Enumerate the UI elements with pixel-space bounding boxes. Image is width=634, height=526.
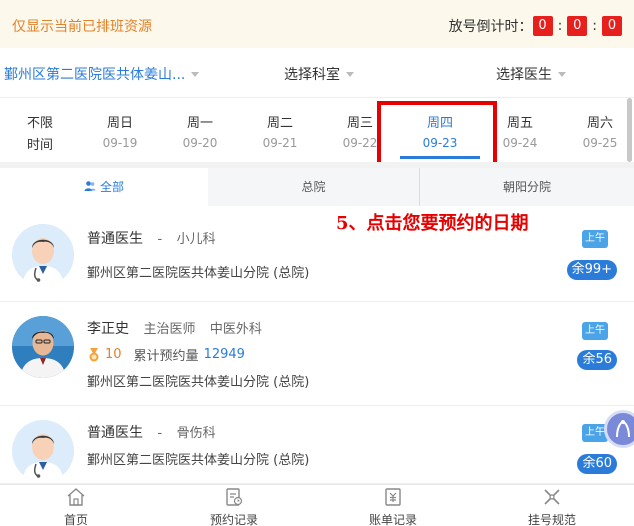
date-day: 时间 [26,138,53,153]
countdown-separator: : [592,18,597,34]
date-day: 09-20 [182,136,218,150]
filter-bar: 鄞州区第二医院医共体姜山... 选择科室 选择医生 [0,48,634,98]
bill-icon [385,488,401,506]
instruction-annotation: 5、点击您要预约的日期 [336,213,529,234]
tab-all-label: 全部 [99,180,124,194]
doctor-name: 普通医生 [87,231,143,247]
scrollbar-thumb[interactable] [627,98,632,162]
tab-registration-rules[interactable]: 挂号规范 [512,487,592,526]
tab-chaoyang-branch-label: 朝阳分院 [502,180,551,194]
date-weekday: 周日 [106,116,133,131]
remaining-slots-button[interactable]: 余99+ [566,260,617,280]
doctor-name-line: 李正史 主治医师 中医外科 [87,318,262,338]
date-item-0924[interactable]: 周五 09-24 [490,112,550,150]
date-weekday: 周二 [266,116,293,131]
session-badge: 上午 [582,230,608,248]
date-item-0919[interactable]: 周日 09-19 [90,112,150,150]
rules-icon [544,489,560,505]
doctor-name-line: 普通医生 - 骨伤科 [87,422,216,442]
date-weekday: 不限 [26,116,53,131]
tab-main-hospital-label: 总院 [301,180,326,194]
home-icon [67,488,85,506]
release-countdown: 放号倒计时： 0 : 0 : 0 [449,16,622,36]
date-item-0921[interactable]: 周二 09-21 [250,112,310,150]
doctor-card[interactable]: 李正史 主治医师 中医外科 10 累计预约量 12949 鄞州区第二医院医共体姜… [0,302,634,406]
doctor-score: 10 [105,347,122,362]
tab-chaoyang-branch[interactable]: 朝阳分院 [420,168,634,206]
doctor-stats: 10 累计预约量 12949 [87,345,245,364]
records-icon [226,488,243,506]
stat-label: 累计预约量 [133,349,199,364]
countdown-seconds: 0 [602,16,622,36]
department-select[interactable]: 选择科室 [284,64,354,84]
stat-value: 12949 [203,347,245,362]
doctor-photo [12,316,74,378]
name-separator: - [157,426,163,441]
doctor-hospital: 鄞州区第二医院医共体姜山分院 (总院) [87,266,310,281]
caret-down-icon [191,71,200,77]
branch-tabs: 全部 总院 朝阳分院 [0,168,634,206]
date-selector: 不限 时间 周日 09-19 周一 09-20 周二 09-21 周三 09-2… [0,98,634,162]
doctor-select[interactable]: 选择医生 [496,64,566,84]
doctor-avatar [12,420,74,482]
tab-all[interactable]: 全部 [0,168,208,206]
doctor-placeholder-icon [12,420,74,482]
doctor-name-line: 普通医生 - 小儿科 [87,228,216,248]
department-select-label: 选择科室 [284,67,340,83]
date-day: 09-21 [262,136,298,150]
countdown-hours: 0 [532,16,553,36]
caret-down-icon [346,71,354,77]
hospital-select[interactable]: 鄞州区第二医院医共体姜山... [4,64,200,84]
doctor-select-label: 选择医生 [496,67,552,83]
name-separator: - [157,232,163,247]
doctor-avatar [12,224,74,286]
notice-bar: 仅显示当前已排班资源 放号倒计时： 0 : 0 : 0 [0,0,634,48]
countdown-separator: : [557,18,563,34]
doctor-department: 骨伤科 [176,426,216,441]
doctor-department: 小儿科 [176,232,216,247]
date-item-0925[interactable]: 周六 09-25 [570,112,630,150]
doctor-card[interactable]: 普通医生 - 小儿科 鄞州区第二医院医共体姜山分院 (总院) 上午 余99+ [0,206,634,302]
session-badge: 上午 [582,322,608,340]
tab-bill-records-label: 账单记录 [368,513,417,526]
doctor-placeholder-icon [12,224,74,286]
date-item-any[interactable]: 不限 时间 [10,112,70,153]
date-day: 09-25 [582,136,618,150]
hospital-select-label: 鄞州区第二医院医共体姜山... [4,67,186,83]
doctor-card[interactable]: 普通医生 - 骨伤科 鄞州区第二医院医共体姜山分院 (总院) 上午 余60 [0,406,634,484]
doctor-hospital: 鄞州区第二医院医共体姜山分院 (总院) [87,453,310,468]
tab-bill-records[interactable]: 账单记录 [353,487,433,526]
countdown-minutes: 0 [567,16,588,36]
annotation-highlight-box [377,101,497,169]
date-item-0920[interactable]: 周一 09-20 [170,112,230,150]
doctor-hospital: 鄞州区第二医院医共体姜山分院 (总院) [87,375,310,390]
schedule-notice: 仅显示当前已排班资源 [12,19,152,35]
tab-main-hospital[interactable]: 总院 [208,168,420,206]
countdown-label: 放号倒计时： [448,19,533,35]
date-day: 09-19 [102,136,138,150]
date-day: 09-24 [502,136,538,150]
tab-home-label: 首页 [63,513,88,526]
tab-appointment-records-label: 预约记录 [209,513,258,526]
doctor-name: 普通医生 [87,425,143,441]
users-icon [84,181,96,191]
tab-appointment-records[interactable]: 预约记录 [194,487,274,526]
caret-down-icon [558,71,566,77]
doctor-avatar [12,316,74,378]
date-weekday: 周一 [186,116,213,131]
doctor-title: 主治医师 [143,322,196,337]
bottom-tab-bar: 首页 预约记录 账单记录 挂号规范 [0,484,634,526]
medal-icon [89,347,99,361]
remaining-slots-button[interactable]: 余56 [577,350,617,370]
remaining-slots-button[interactable]: 余60 [577,454,617,474]
tab-registration-rules-label: 挂号规范 [527,513,576,526]
assistant-icon [616,420,630,438]
floating-assistant-button[interactable] [604,410,634,448]
date-weekday: 周五 [506,116,533,131]
doctor-department: 中医外科 [209,322,262,337]
tab-home[interactable]: 首页 [36,487,116,526]
date-weekday: 周六 [586,116,613,131]
doctor-name: 李正史 [87,321,129,337]
